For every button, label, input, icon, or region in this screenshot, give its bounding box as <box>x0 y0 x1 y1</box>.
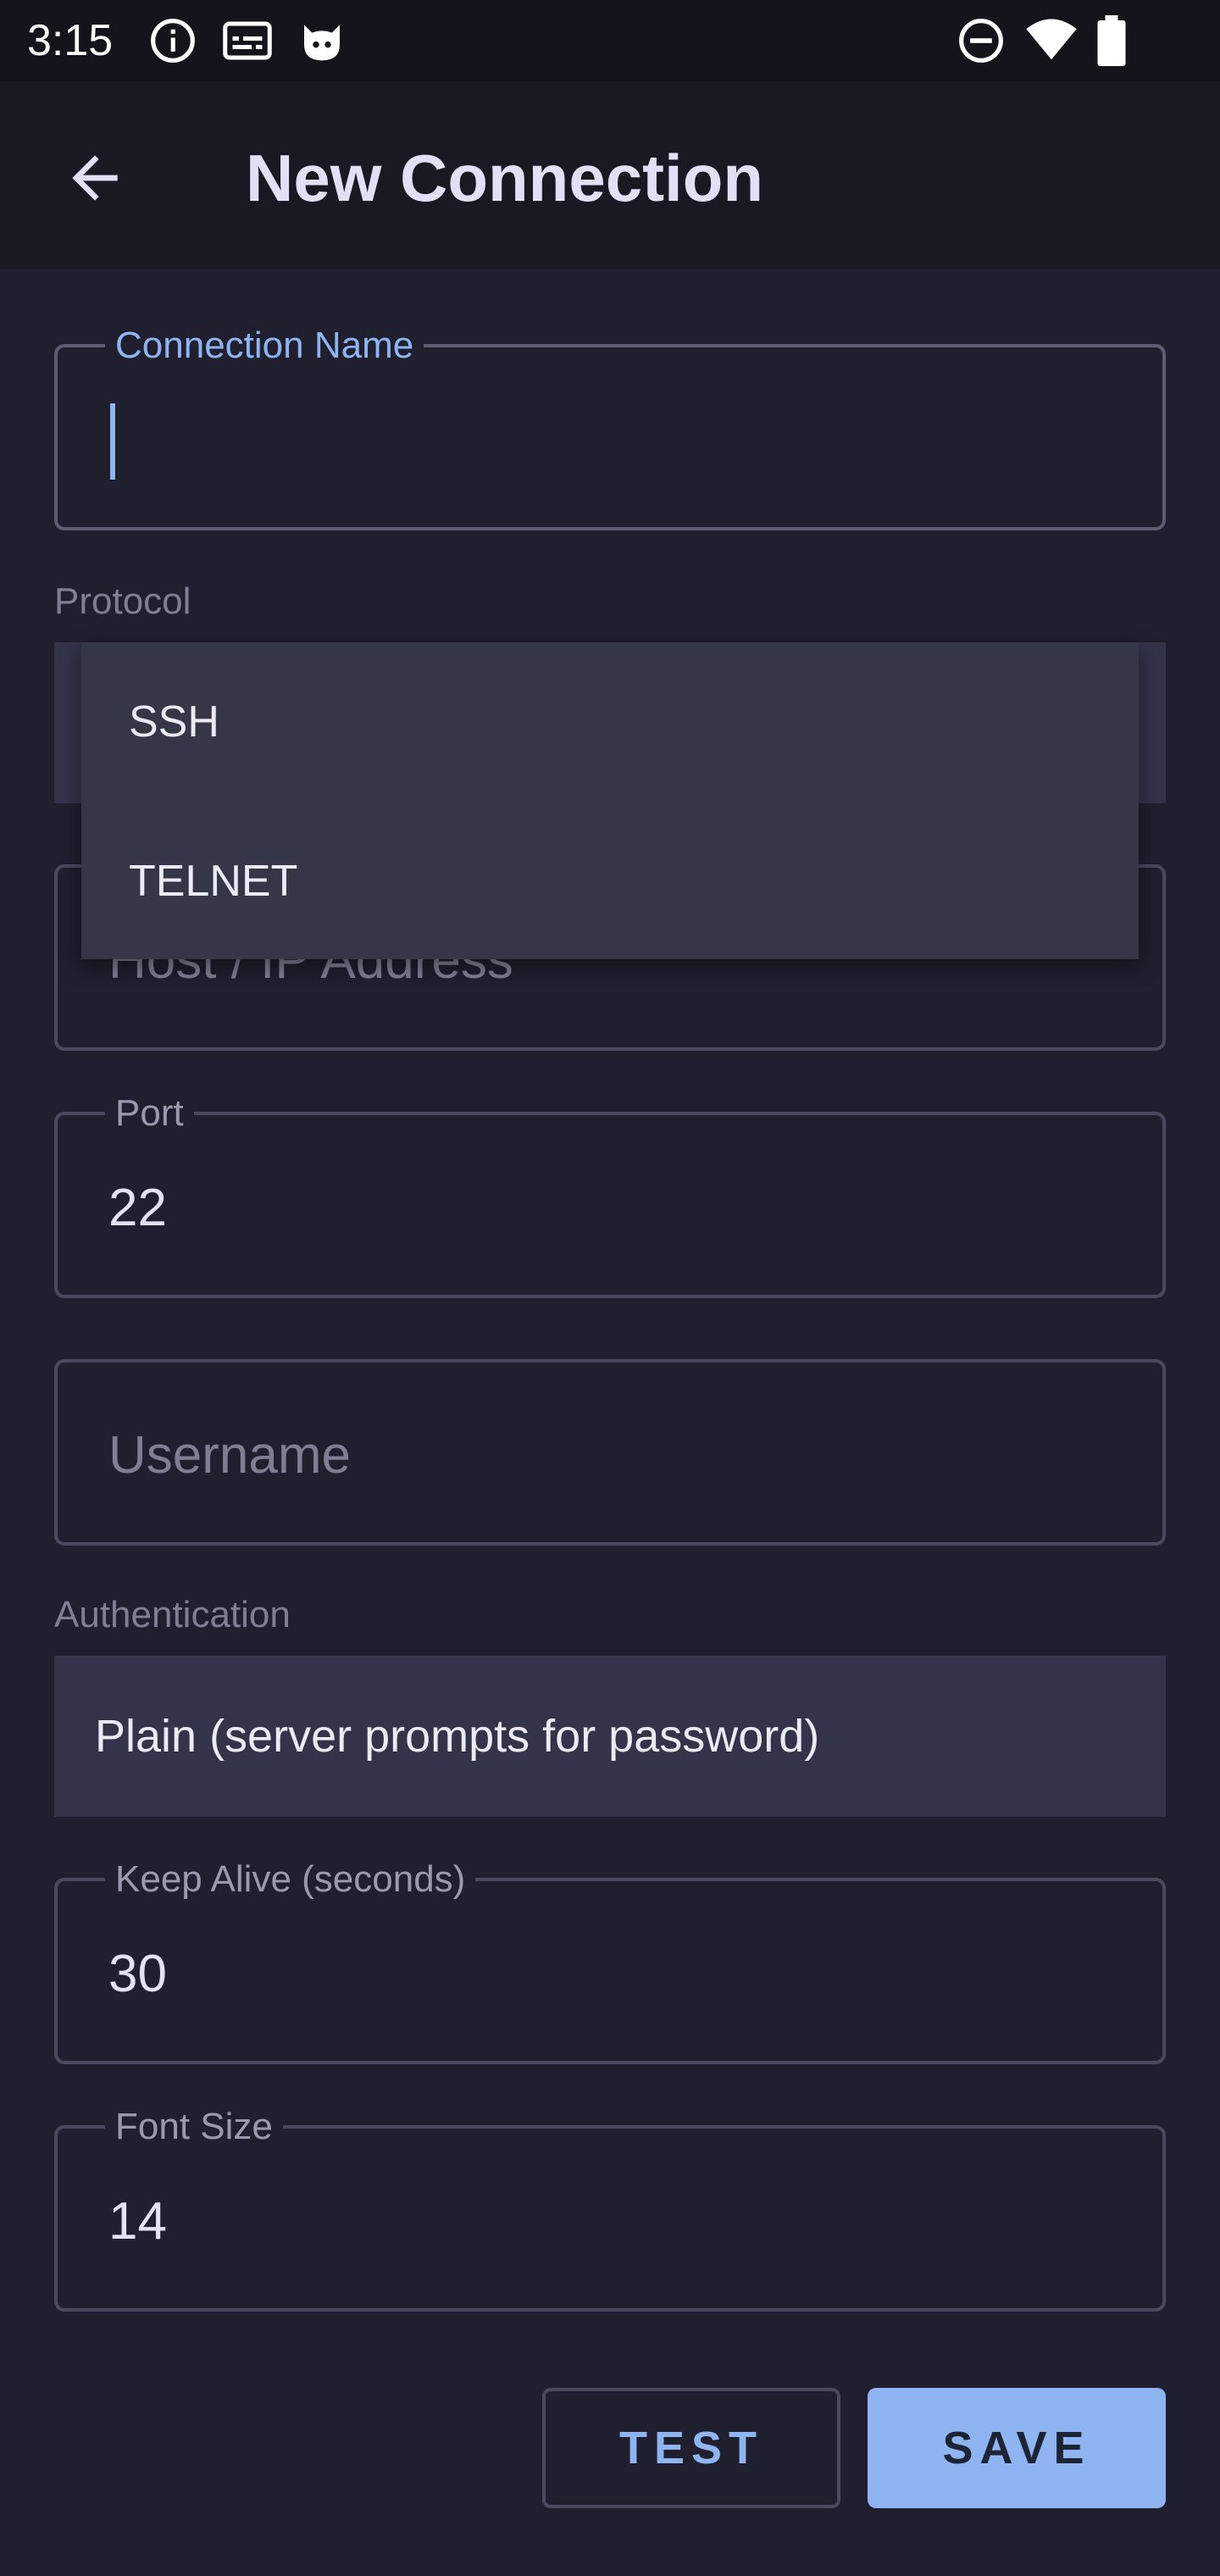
save-button[interactable]: SAVE <box>868 2388 1166 2508</box>
username-field[interactable]: Username <box>54 1359 1166 1546</box>
do-not-disturb-icon <box>959 19 1003 63</box>
arrow-back-icon[interactable] <box>61 144 129 212</box>
page-title: New Connection <box>246 141 764 215</box>
authentication-value: Plain (server prompts for password) <box>95 1711 820 1762</box>
status-bar: 3:15 <box>0 0 1220 81</box>
port-value: 22 <box>108 1179 167 1237</box>
keep-alive-label: Keep Alive (seconds) <box>105 1857 476 1901</box>
test-button[interactable]: TEST <box>542 2388 840 2508</box>
protocol-label: Protocol <box>54 580 191 622</box>
font-size-label: Font Size <box>105 2105 283 2149</box>
authentication-select[interactable]: Plain (server prompts for password) <box>54 1656 1166 1817</box>
connection-name-label: Connection Name <box>105 324 424 368</box>
port-label: Port <box>105 1091 194 1135</box>
protocol-option-telnet[interactable]: TELNET <box>81 802 1139 961</box>
font-size-field[interactable]: Font Size 14 <box>54 2105 1166 2312</box>
keep-alive-value: 30 <box>108 1945 167 2003</box>
connection-name-field[interactable]: Connection Name <box>54 324 1166 530</box>
username-placeholder: Username <box>108 1426 351 1485</box>
port-field[interactable]: Port 22 <box>54 1091 1166 1298</box>
cat-face-icon <box>304 25 340 61</box>
wifi-icon <box>1026 19 1077 60</box>
protocol-dropdown-menu: SSH TELNET <box>81 642 1139 959</box>
keep-alive-field[interactable]: Keep Alive (seconds) 30 <box>54 1857 1166 2064</box>
authentication-label: Authentication <box>54 1594 291 1635</box>
status-time: 3:15 <box>27 16 114 65</box>
font-size-value: 14 <box>108 2192 167 2251</box>
battery-icon <box>1097 15 1126 66</box>
info-icon <box>151 19 195 63</box>
text-cursor <box>110 403 115 480</box>
protocol-option-ssh[interactable]: SSH <box>81 642 1139 802</box>
subtitles-icon <box>223 21 272 60</box>
